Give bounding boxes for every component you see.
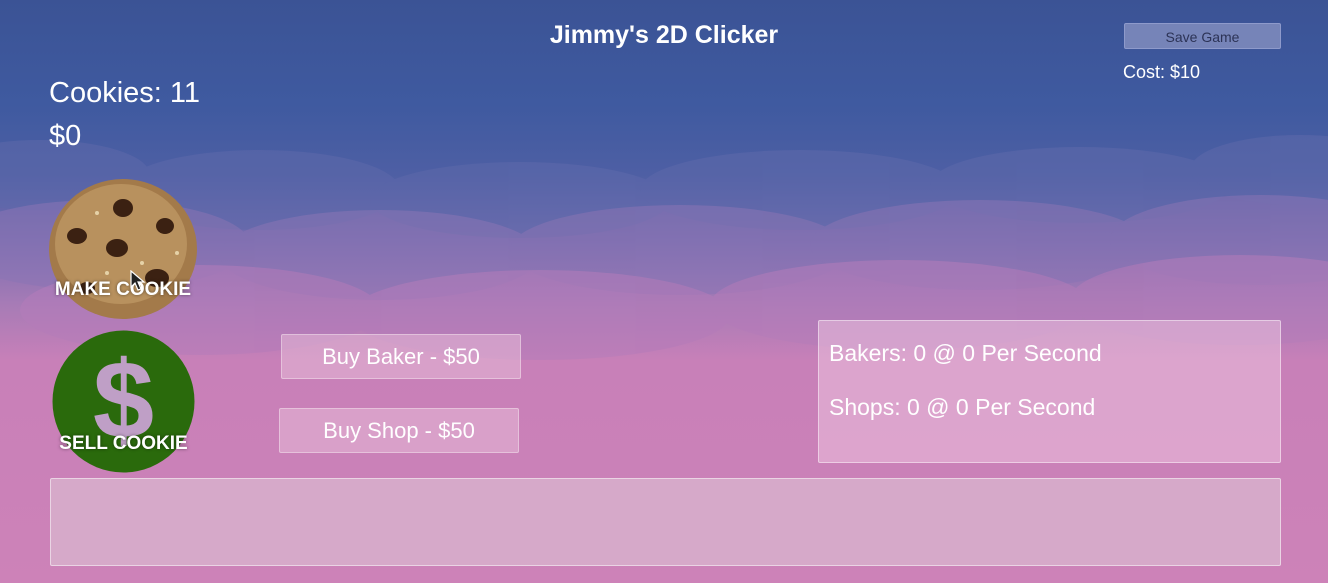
save-game-button[interactable]: Save Game xyxy=(1124,23,1281,49)
shops-stat: Shops: 0 @ 0 Per Second xyxy=(829,394,1096,420)
sell-cookie-button[interactable]: $ SELL COOKIE xyxy=(52,330,195,473)
make-cookie-button[interactable]: MAKE COOKIE xyxy=(47,178,199,320)
mouse-pointer-icon xyxy=(130,270,146,291)
bakers-stat: Bakers: 0 @ 0 Per Second xyxy=(829,340,1102,366)
sell-cookie-label: SELL COOKIE xyxy=(59,433,188,454)
cost-label: Cost: $10 xyxy=(1123,62,1201,82)
stats-panel: Bakers: 0 @ 0 Per Second Shops: 0 @ 0 Pe… xyxy=(818,320,1281,463)
buy-shop-button[interactable]: Buy Shop - $50 xyxy=(279,408,519,453)
cookies-counter: Cookies: 11 xyxy=(49,77,200,109)
make-cookie-label: MAKE COOKIE xyxy=(54,279,192,300)
money-counter: $0 xyxy=(49,120,82,152)
buy-baker-button[interactable]: Buy Baker - $50 xyxy=(281,334,521,379)
message-log-panel xyxy=(50,478,1281,566)
